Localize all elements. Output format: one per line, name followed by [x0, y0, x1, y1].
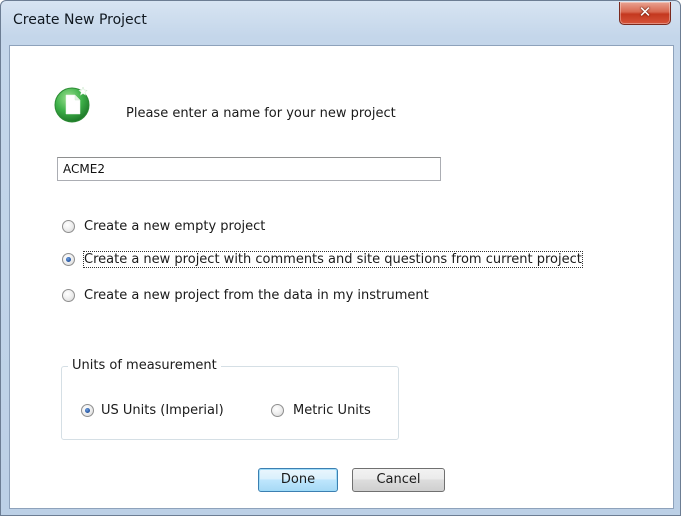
new-document-icon: [54, 86, 90, 123]
radio-from-instrument[interactable]: [62, 288, 75, 302]
units-imperial-label: US Units (Imperial): [101, 402, 224, 418]
close-icon: ✕: [638, 3, 652, 21]
done-button[interactable]: Done: [258, 468, 338, 492]
radio-units-metric[interactable]: [271, 403, 284, 417]
units-metric-option[interactable]: Metric Units: [271, 400, 371, 420]
option-from-instrument-label: Create a new project from the data in my…: [84, 287, 429, 303]
radio-units-imperial[interactable]: [81, 403, 94, 417]
radio-empty-project[interactable]: [62, 219, 75, 233]
option-copy-current-project[interactable]: Create a new project with comments and s…: [62, 249, 583, 269]
units-legend: Units of measurement: [68, 358, 221, 373]
close-button[interactable]: ✕: [619, 2, 671, 25]
option-empty-project[interactable]: Create a new empty project: [62, 216, 265, 236]
dialog-window: Create New Project ✕ Please enter a name…: [0, 0, 681, 516]
dialog-content: Please enter a name for your new project…: [9, 45, 674, 509]
window-title: Create New Project: [13, 12, 147, 28]
option-copy-current-project-label: Create a new project with comments and s…: [83, 250, 583, 268]
prompt-text: Please enter a name for your new project: [126, 106, 396, 121]
cancel-button[interactable]: Cancel: [352, 468, 445, 492]
units-metric-label: Metric Units: [293, 402, 371, 418]
option-empty-project-label: Create a new empty project: [84, 218, 266, 234]
option-from-instrument[interactable]: Create a new project from the data in my…: [62, 285, 429, 305]
title-bar[interactable]: Create New Project ✕: [1, 1, 680, 41]
units-imperial-option[interactable]: US Units (Imperial): [81, 400, 224, 420]
project-name-input[interactable]: [57, 157, 441, 181]
radio-copy-current-project[interactable]: [62, 252, 75, 266]
